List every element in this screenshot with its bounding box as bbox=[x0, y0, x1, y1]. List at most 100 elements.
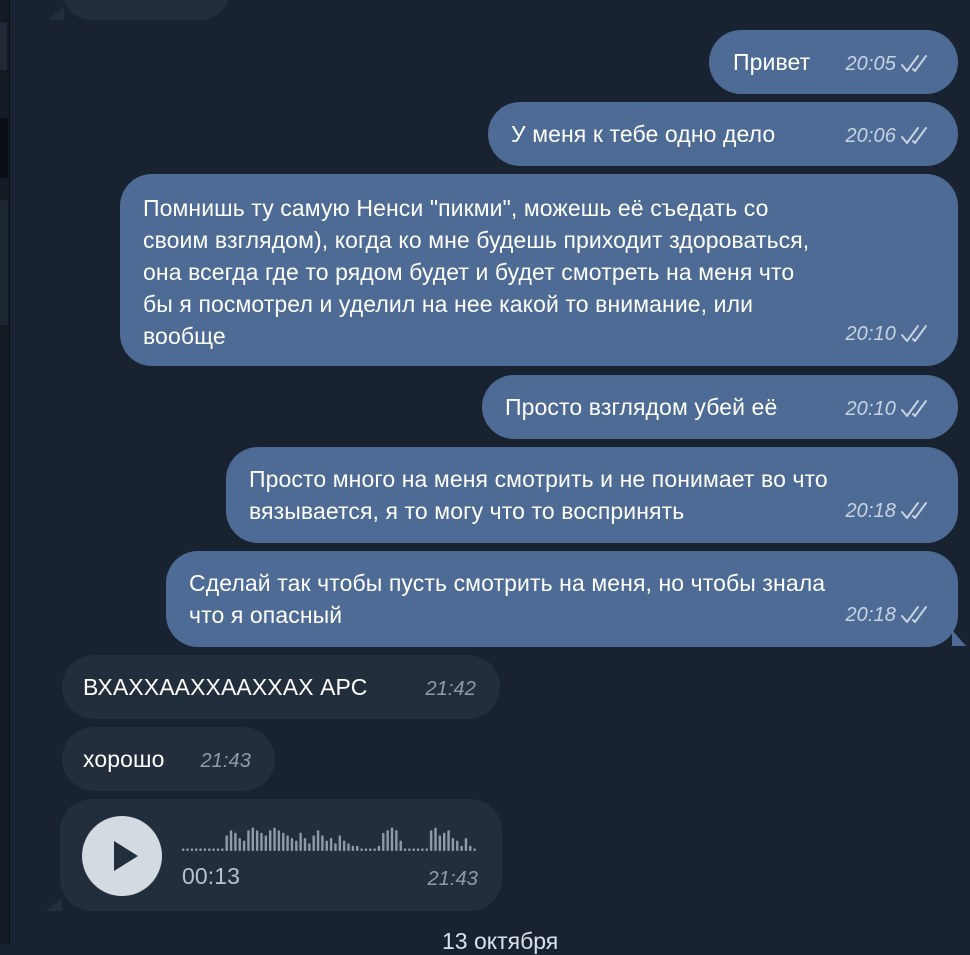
message-text: У меня к тебе одно дело bbox=[511, 121, 776, 147]
waveform-bar bbox=[408, 848, 411, 851]
message-bubble-outgoing[interactable]: Помнишь ту самую Ненси "пикми", можешь е… bbox=[120, 174, 958, 366]
waveform-bar bbox=[208, 848, 211, 851]
waveform-bar bbox=[199, 848, 202, 851]
message-meta: 21:43 bbox=[427, 863, 478, 895]
left-window-edge bbox=[0, 0, 10, 944]
message-bubble-incoming[interactable]: хорошо 21:43 bbox=[62, 727, 275, 791]
waveform-bar bbox=[342, 840, 346, 851]
waveform-bar bbox=[469, 845, 472, 851]
waveform-bar bbox=[473, 848, 476, 851]
message-meta: 20:10 bbox=[845, 318, 932, 350]
bubble-tail bbox=[48, 6, 64, 20]
waveform-bar bbox=[456, 840, 459, 851]
message-line: Сделай так чтобы пусть смотрить на меня,… bbox=[189, 570, 826, 596]
message-bubble-outgoing[interactable]: Сделай так чтобы пусть смотрить на меня,… bbox=[166, 551, 958, 647]
waveform-bar bbox=[390, 827, 394, 851]
message-line: своим взглядом), когда ко мне будешь при… bbox=[143, 227, 810, 253]
message-bubble-outgoing[interactable]: Просто много на меня смотрить и не поним… bbox=[226, 447, 958, 543]
message-line: что я опасный bbox=[189, 602, 343, 628]
bubble-tail bbox=[46, 897, 62, 911]
waveform-bar bbox=[447, 830, 450, 851]
waveform-bar bbox=[399, 840, 402, 851]
waveform-bar bbox=[360, 848, 363, 851]
waveform-bar bbox=[255, 830, 259, 851]
message-text: Просто взглядом убей её bbox=[505, 394, 778, 420]
waveform-bar bbox=[334, 843, 337, 851]
message-time: 20:06 bbox=[845, 125, 896, 147]
waveform-bar bbox=[251, 827, 254, 851]
partial-message-bubble bbox=[62, 0, 230, 20]
waveform-bar bbox=[221, 848, 224, 851]
double-check-icon bbox=[901, 502, 927, 519]
waveform-bar bbox=[382, 832, 385, 851]
message-time: 20:05 bbox=[845, 53, 896, 75]
message-meta: 21:43 bbox=[200, 745, 251, 777]
waveform-bar bbox=[377, 845, 381, 851]
message-time: 20:18 bbox=[845, 500, 896, 522]
double-check-icon bbox=[901, 325, 927, 342]
message-line: Просто много на меня смотрить и не поним… bbox=[249, 466, 828, 492]
waveform-bar bbox=[443, 832, 446, 851]
play-icon[interactable] bbox=[82, 816, 162, 896]
waveform-bar bbox=[295, 840, 298, 851]
message-bubble-outgoing[interactable]: У меня к тебе одно дело 20:06 bbox=[488, 102, 958, 166]
message-line: Помнишь ту самую Ненси "пикми", можешь е… bbox=[143, 195, 769, 221]
waveform-bar bbox=[290, 838, 294, 851]
waveform-bar bbox=[195, 848, 198, 851]
waveform-bar bbox=[225, 835, 228, 851]
waveform-bar bbox=[234, 832, 237, 851]
message-text: Привет bbox=[733, 49, 811, 75]
message-time: 21:43 bbox=[427, 868, 478, 890]
waveform-bar bbox=[186, 848, 189, 851]
message-meta: 20:05 bbox=[845, 48, 932, 80]
waveform-bar bbox=[429, 830, 433, 851]
double-check-icon bbox=[901, 127, 927, 144]
waveform-bar bbox=[369, 848, 372, 851]
message-bubble-outgoing[interactable]: Просто взглядом убей её 20:10 bbox=[482, 375, 958, 439]
waveform-bar bbox=[329, 838, 333, 851]
waveform-bar bbox=[247, 830, 250, 851]
waveform-bar bbox=[325, 840, 328, 851]
message-text: хорошо bbox=[83, 746, 165, 772]
waveform-bar bbox=[277, 830, 281, 851]
waveform-bar bbox=[286, 835, 289, 851]
strip-block bbox=[0, 200, 8, 325]
message-line: бы я посмотрел и уделил на нее какой то … bbox=[143, 291, 754, 317]
waveform-bar bbox=[308, 843, 311, 851]
message-bubble-outgoing[interactable]: Привет 20:05 bbox=[709, 30, 958, 94]
waveform-bar bbox=[351, 845, 355, 851]
waveform-bar bbox=[347, 843, 350, 851]
waveform-bar bbox=[356, 845, 359, 851]
waveform-bar bbox=[212, 848, 215, 851]
voice-message-bubble[interactable]: 00:13 21:43 bbox=[60, 799, 502, 911]
double-check-icon bbox=[901, 606, 927, 623]
waveform-bar bbox=[312, 835, 315, 851]
message-time: 20:10 bbox=[845, 398, 896, 420]
waveform-bar bbox=[264, 835, 268, 851]
waveform-bar bbox=[229, 830, 233, 851]
voice-duration: 00:13 bbox=[182, 863, 241, 889]
message-text: ВХАХХААХХААХХАХ АРС bbox=[83, 674, 368, 700]
waveform-bar bbox=[338, 835, 341, 851]
message-meta: 20:10 bbox=[845, 393, 932, 425]
message-meta: 20:06 bbox=[845, 120, 932, 152]
message-bubble-incoming[interactable]: ВХАХХААХХААХХАХ АРС 21:42 bbox=[62, 655, 500, 719]
waveform-bar bbox=[451, 838, 455, 851]
waveform-bar bbox=[425, 848, 428, 851]
strip-block bbox=[0, 22, 7, 70]
message-time: 20:18 bbox=[845, 604, 896, 626]
waveform-bar bbox=[412, 848, 415, 851]
waveform-bar bbox=[216, 848, 220, 851]
message-time: 21:43 bbox=[200, 750, 251, 772]
strip-block bbox=[0, 118, 8, 178]
waveform-bar bbox=[303, 838, 307, 851]
voice-waveform[interactable] bbox=[182, 827, 482, 853]
message-meta: 20:18 bbox=[845, 495, 932, 527]
double-check-icon bbox=[901, 55, 927, 72]
waveform-bar bbox=[190, 848, 194, 851]
message-time: 20:10 bbox=[845, 323, 896, 345]
message-time: 21:42 bbox=[425, 678, 476, 700]
waveform-bar bbox=[438, 835, 442, 851]
message-line: вязывается, я то могу что то воспринять bbox=[249, 498, 685, 524]
waveform-bar bbox=[464, 838, 468, 851]
